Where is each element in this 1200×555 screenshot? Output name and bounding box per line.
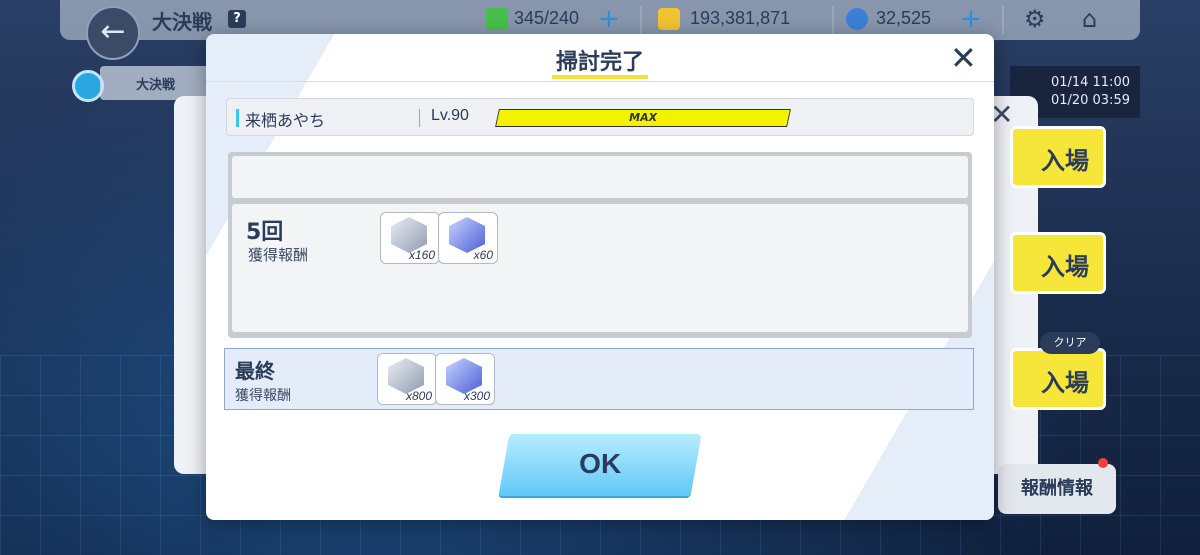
character-level: Lv.90 — [431, 107, 469, 124]
divider — [832, 6, 834, 34]
ok-label: OK — [579, 448, 622, 479]
round-reward-label: 獲得報酬 — [248, 246, 309, 264]
settings-gear-icon[interactable]: ⚙ — [1024, 5, 1046, 33]
round-count: 5回 — [246, 220, 284, 245]
gem-icon — [846, 8, 868, 30]
reward-item[interactable]: x300 — [435, 353, 495, 405]
divider — [1002, 6, 1004, 34]
result-card-previous — [232, 156, 968, 198]
title-underline — [552, 75, 648, 79]
reward-quantity: x300 — [463, 389, 490, 403]
character-row: 来栖あやち Lv.90 MAX — [226, 98, 974, 136]
gem-value: 32,525 — [876, 8, 932, 28]
page-title: 大決戦 — [152, 10, 212, 34]
result-card: 5回 獲得報酬 x160 x60 — [232, 204, 968, 332]
event-sub-tab[interactable]: 大決戦 — [100, 66, 210, 100]
back-button[interactable]: ← — [86, 6, 140, 60]
sweep-result-list[interactable]: 5回 獲得報酬 x160 x60 — [228, 152, 972, 338]
add-gem-button[interactable]: + — [960, 4, 982, 34]
notification-dot — [1098, 458, 1108, 468]
reward-quantity: x60 — [473, 248, 493, 262]
help-icon[interactable]: ? — [228, 10, 246, 28]
final-title: 最終 — [235, 359, 275, 383]
final-reward-label: 獲得報酬 — [235, 388, 291, 404]
modal-header: 掃討完了 ✕ — [206, 34, 994, 82]
enter-button-1[interactable]: 入場 — [1010, 126, 1106, 188]
reward-item[interactable]: x160 — [380, 212, 440, 264]
final-reward-row: 最終 獲得報酬 x800 x300 — [224, 348, 974, 410]
reward-quantity: x800 — [405, 389, 432, 403]
modal-title: 掃討完了 — [555, 50, 644, 75]
enter-button-3[interactable]: 入場 — [1010, 348, 1106, 410]
divider — [640, 6, 642, 34]
character-accent-bar — [236, 109, 239, 127]
reward-quantity: x160 — [408, 248, 435, 262]
experience-bar: MAX — [495, 109, 791, 127]
divider — [419, 109, 420, 127]
add-stamina-button[interactable]: + — [598, 4, 620, 34]
event-start-date: 01/14 11:00 — [1050, 75, 1130, 90]
stamina-icon — [486, 8, 508, 30]
coin-icon — [658, 8, 680, 30]
character-name: 来栖あやち — [245, 111, 326, 130]
experience-max-label: MAX — [629, 111, 658, 124]
sweep-complete-modal: 掃討完了 ✕ 来栖あやち Lv.90 MAX 5回 獲得報酬 x160 x60 — [206, 34, 994, 520]
reward-item[interactable]: x800 — [377, 353, 437, 405]
enter-button-2[interactable]: 入場 — [1010, 232, 1106, 294]
home-icon[interactable]: ⌂ — [1082, 5, 1097, 33]
reward-item[interactable]: x60 — [438, 212, 498, 264]
clear-badge: クリア — [1040, 332, 1100, 354]
stamina-value: 345/240 — [514, 8, 580, 28]
reward-info-button[interactable]: 報酬情報 — [998, 464, 1116, 514]
coin-value: 193,381,871 — [690, 8, 791, 28]
ok-button[interactable]: OK — [498, 434, 702, 496]
close-icon[interactable]: ✕ — [950, 40, 977, 76]
